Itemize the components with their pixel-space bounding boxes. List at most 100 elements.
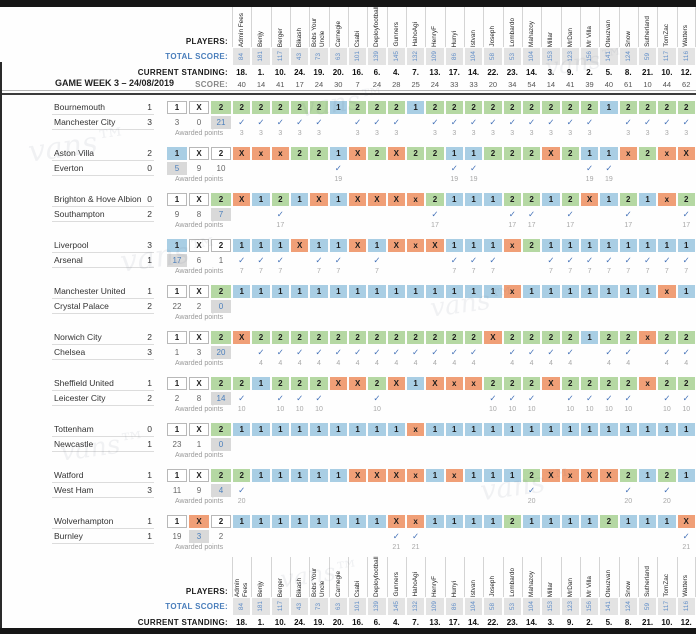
pick-cell: 1 [581, 423, 598, 436]
home-team-name: Norwich City [54, 332, 102, 342]
awarded-points-value [329, 452, 348, 463]
player-standing: 21. [638, 66, 657, 78]
pick-cell: 1 [272, 239, 289, 252]
player-total-cell: 101 [349, 48, 366, 65]
check-icon: ✓ [605, 394, 612, 403]
check-icon: ✓ [451, 256, 458, 265]
player-total-cell: 139 [368, 48, 385, 65]
pick-cell: 2 [426, 331, 443, 344]
check-icon: ✓ [644, 256, 651, 265]
outcome-header-cell: 2 [211, 193, 231, 206]
pick-cell: 2 [639, 147, 656, 160]
pick-cell: 1 [639, 423, 656, 436]
pick-cell: X [388, 469, 405, 482]
pick-cell: X [233, 331, 250, 344]
outcome-count-cell: 1 [167, 346, 187, 359]
player-week-score: 20 [483, 78, 502, 90]
pick-cell: 1 [233, 285, 250, 298]
pick-cell: 2 [330, 331, 347, 344]
pick-cell: 2 [658, 469, 675, 482]
player-standing: 16. [348, 616, 367, 628]
pick-cell: 1 [542, 423, 559, 436]
player-total-score: 116 [683, 601, 690, 611]
player-week-score: 33 [464, 78, 483, 90]
pick-cell: 1 [484, 515, 501, 528]
player-total-score: 84 [238, 53, 245, 60]
pick-cell: 1 [426, 469, 443, 482]
awarded-points-value [464, 498, 483, 509]
awarded-points-value [541, 314, 560, 325]
awarded-points-value [387, 498, 406, 509]
match-picks-row: Aston Villa21X2Xxx221X2X2211222X211x2xX [0, 146, 696, 161]
awarded-points-value [425, 498, 444, 509]
pick-cell: x [504, 285, 521, 298]
player-week-score: 7 [348, 78, 367, 90]
left-border [0, 62, 2, 628]
pick-cell: x [658, 147, 675, 160]
players-label: PLAYERS: [186, 37, 228, 46]
player-standing: 21. [638, 616, 657, 628]
player-standing: 2. [580, 66, 599, 78]
away-team-score: 0 [147, 163, 152, 173]
awarded-points-value [232, 314, 251, 325]
player-standing: 8. [619, 66, 638, 78]
game-week-title: GAME WEEK 3 – 24/08/2019 [55, 78, 174, 88]
pick-cell: 2 [252, 101, 269, 114]
awarded-points-value [483, 544, 502, 555]
outcome-header-cell: 2 [211, 377, 231, 390]
away-team-score: 3 [147, 117, 152, 127]
awarded-points-value [290, 268, 309, 279]
home-team-score: 1 [147, 470, 152, 480]
check-icon: ✓ [605, 256, 612, 265]
check-icon: ✓ [315, 256, 322, 265]
awarded-points-value: 3 [232, 130, 251, 141]
awarded-points-value: 10 [657, 406, 676, 417]
awarded-points-value: 4 [503, 360, 522, 371]
awarded-points-value: 3 [425, 130, 444, 141]
player-name-cell: Berger [271, 7, 290, 47]
player-standing: 14. [464, 66, 483, 78]
check-icon: ✓ [509, 348, 516, 357]
pick-cell: 1 [426, 515, 443, 528]
player-standing: 18. [232, 66, 251, 78]
check-icon: ✓ [238, 394, 245, 403]
pick-cell: 2 [310, 101, 327, 114]
player-total-score: 73 [315, 603, 322, 610]
pick-cell: 1 [446, 239, 463, 252]
pick-cell: 1 [446, 423, 463, 436]
player-name: Gunners [393, 22, 401, 47]
awarded-points-value [677, 498, 696, 509]
header-standings: PLAYERS: Admin FeesBenjyBergerBikashBobs… [0, 7, 696, 95]
pick-cell: 2 [484, 101, 501, 114]
awarded-points-value [619, 452, 638, 463]
pick-cell: 1 [484, 193, 501, 206]
awarded-points-value: 10 [232, 406, 251, 417]
awarded-points-value [309, 222, 328, 233]
pick-cell: X [388, 193, 405, 206]
awarded-points-value [348, 314, 367, 325]
pick-cell: 1 [330, 423, 347, 436]
player-name-cell: Bikash [290, 7, 309, 47]
player-total-score: 123 [567, 51, 574, 62]
pick-cell: 2 [233, 377, 250, 390]
players-row-footer: PLAYERS: Admin FeesBenjyBergerBikashBobs… [0, 557, 696, 597]
player-total-cell: 123 [562, 598, 579, 615]
pick-cell: 2 [504, 377, 521, 390]
awarded-points-value [387, 452, 406, 463]
awarded-points-value [580, 498, 599, 509]
player-name-cell: Oteuzvan [599, 7, 618, 47]
pick-cell: x [272, 147, 289, 160]
player-total-cell: 84 [233, 48, 250, 65]
pick-cell: 1 [678, 285, 695, 298]
match-block: Bournemouth11X2222221222122222222212222M… [0, 100, 696, 141]
pick-cell: 1 [562, 423, 579, 436]
awarded-points-value [599, 130, 618, 141]
pick-cell: 1 [388, 285, 405, 298]
awarded-points-value: 3 [387, 130, 406, 141]
player-total-cell: 117 [272, 598, 289, 615]
awarded-points-value: 4 [541, 360, 560, 371]
player-name-cell: MrDan [561, 557, 580, 597]
awarded-points-value [367, 498, 386, 509]
pick-cell: 1 [600, 101, 617, 114]
awarded-points-value [348, 544, 367, 555]
